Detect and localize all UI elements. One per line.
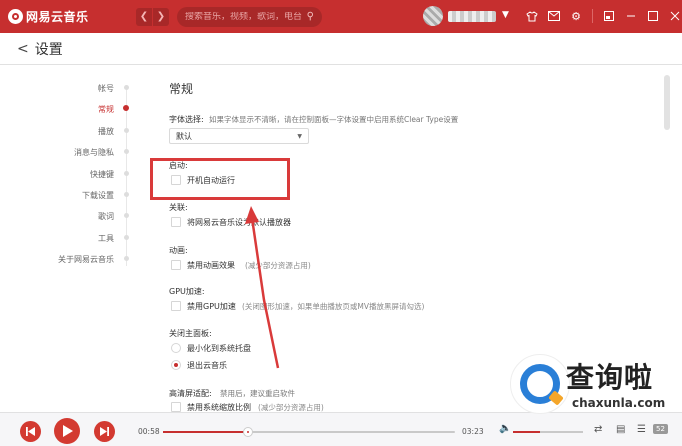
progress-knob[interactable] — [242, 427, 253, 437]
section-title: 常规 — [169, 82, 194, 96]
sidebar-dot — [124, 256, 129, 261]
animation-option-label[interactable]: 禁用动画效果 — [187, 260, 235, 271]
gpu-checkbox[interactable] — [171, 301, 181, 311]
app-logo[interactable]: 网易云音乐 — [8, 8, 128, 25]
next-icon[interactable] — [94, 421, 115, 442]
mail-icon[interactable] — [543, 6, 565, 26]
watermark-domain: chaxunla.com — [572, 396, 666, 410]
sidebar-dot-active — [123, 105, 129, 111]
settings-header: < 设置 — [0, 33, 682, 65]
hidpi-label: 高清屏适配: — [169, 389, 212, 398]
search-icon[interactable]: ⚲ — [307, 11, 314, 22]
watermark-logo: 查询啦 chaxunla.com — [500, 350, 680, 430]
sidebar-item-general[interactable]: 常规 — [98, 104, 114, 115]
settings-sidebar: 帐号 常规 播放 消息与隐私 快捷键 下载设置 歌词 工具 关于网易云音乐 — [0, 66, 140, 412]
sidebar-item-account[interactable]: 帐号 — [98, 83, 114, 94]
sidebar-item-lyrics[interactable]: 歌词 — [98, 211, 114, 222]
scrollbar-thumb[interactable] — [664, 75, 670, 130]
animation-checkbox[interactable] — [171, 260, 181, 270]
total-time: 03:23 — [462, 427, 484, 436]
sidebar-item-playback[interactable]: 播放 — [98, 126, 114, 137]
titlebar-actions: ⚙ — [521, 6, 682, 26]
chevron-down-icon[interactable]: ▼ — [502, 10, 509, 20]
title-bar: 网易云音乐 ❮ ❯ ⚲ ▼ ⚙ — [0, 0, 682, 33]
sidebar-dot — [124, 171, 129, 176]
font-select-value: 默认 — [176, 131, 192, 141]
highlight-box — [150, 158, 290, 200]
radio-exit-app[interactable] — [171, 360, 181, 370]
divider — [592, 9, 593, 23]
skin-icon[interactable] — [521, 6, 543, 26]
play-icon[interactable] — [54, 418, 80, 444]
sidebar-item-shortcuts[interactable]: 快捷键 — [90, 169, 114, 180]
sidebar-item-download[interactable]: 下载设置 — [82, 190, 114, 201]
radio-exit-app-label[interactable]: 退出云音乐 — [187, 360, 227, 371]
hidpi-option-label[interactable]: 禁用系统缩放比例 — [187, 402, 251, 412]
sidebar-item-about[interactable]: 关于网易云音乐 — [58, 254, 114, 265]
font-select[interactable]: 默认 ▼ — [169, 128, 309, 144]
hidpi-note: (减少部分资源占用) — [258, 403, 324, 412]
username-blurred[interactable] — [448, 11, 496, 22]
app-window: 网易云音乐 ❮ ❯ ⚲ ▼ ⚙ — [0, 0, 682, 446]
current-time: 00:58 — [138, 427, 160, 436]
sidebar-dot — [124, 235, 129, 240]
prev-icon[interactable] — [20, 421, 41, 442]
back-icon[interactable]: < — [17, 41, 29, 57]
chevron-down-icon: ▼ — [297, 132, 302, 140]
sidebar-item-messages-privacy[interactable]: 消息与隐私 — [74, 147, 114, 158]
gpu-option-label[interactable]: 禁用GPU加速 — [187, 301, 236, 312]
back-arrow-icon[interactable]: ❮ — [136, 7, 152, 26]
association-option-label[interactable]: 将网易云音乐设为默认播放器 — [187, 217, 291, 228]
search-box[interactable]: ⚲ — [177, 6, 322, 27]
gpu-note: (关闭图形加速，如果单曲播放页或MV播放黑屏请勾选) — [242, 302, 425, 311]
page-title: 设置 — [34, 41, 63, 58]
close-panel-label: 关闭主面板: — [169, 329, 212, 338]
sidebar-dot — [124, 149, 129, 154]
font-hint: 如果字体显示不清晰，请在控制面板—字体设置中启用系统Clear Type设置 — [209, 115, 459, 124]
close-icon[interactable] — [664, 6, 682, 26]
volume-slider[interactable] — [513, 431, 583, 433]
settings-icon[interactable]: ⚙ — [565, 6, 587, 26]
gpu-label: GPU加速: — [169, 287, 205, 296]
radio-minimize-tray[interactable] — [171, 343, 181, 353]
search-input[interactable] — [185, 11, 305, 22]
sidebar-item-tools[interactable]: 工具 — [98, 233, 114, 244]
sidebar-dot — [124, 192, 129, 197]
app-name: 网易云音乐 — [26, 10, 89, 24]
volume-fill — [513, 431, 540, 433]
minimize-icon[interactable] — [620, 6, 642, 26]
radio-minimize-tray-label[interactable]: 最小化到系统托盘 — [187, 343, 251, 354]
progress-bar[interactable] — [163, 427, 455, 437]
sidebar-dot — [124, 85, 129, 90]
watermark-text: 查询啦 — [566, 361, 654, 394]
animation-note: (减少部分资源占用) — [245, 261, 311, 270]
hidpi-checkbox[interactable] — [171, 402, 181, 412]
mini-mode-icon[interactable] — [598, 6, 620, 26]
avatar[interactable] — [423, 6, 443, 26]
maximize-icon[interactable] — [642, 6, 664, 26]
history-nav: ❮ ❯ — [136, 7, 169, 26]
watermark-q-icon — [510, 354, 570, 414]
sidebar-dot — [124, 213, 129, 218]
netease-logo-icon — [8, 9, 23, 24]
association-label: 关联: — [169, 203, 188, 212]
animation-label: 动画: — [169, 246, 188, 255]
hidpi-hint: 禁用后，建议重启软件 — [220, 389, 295, 398]
forward-arrow-icon[interactable]: ❯ — [153, 7, 169, 26]
sidebar-dot — [124, 128, 129, 133]
font-label: 字体选择: — [169, 115, 204, 124]
association-checkbox[interactable] — [171, 217, 181, 227]
progress-fill — [163, 431, 248, 433]
